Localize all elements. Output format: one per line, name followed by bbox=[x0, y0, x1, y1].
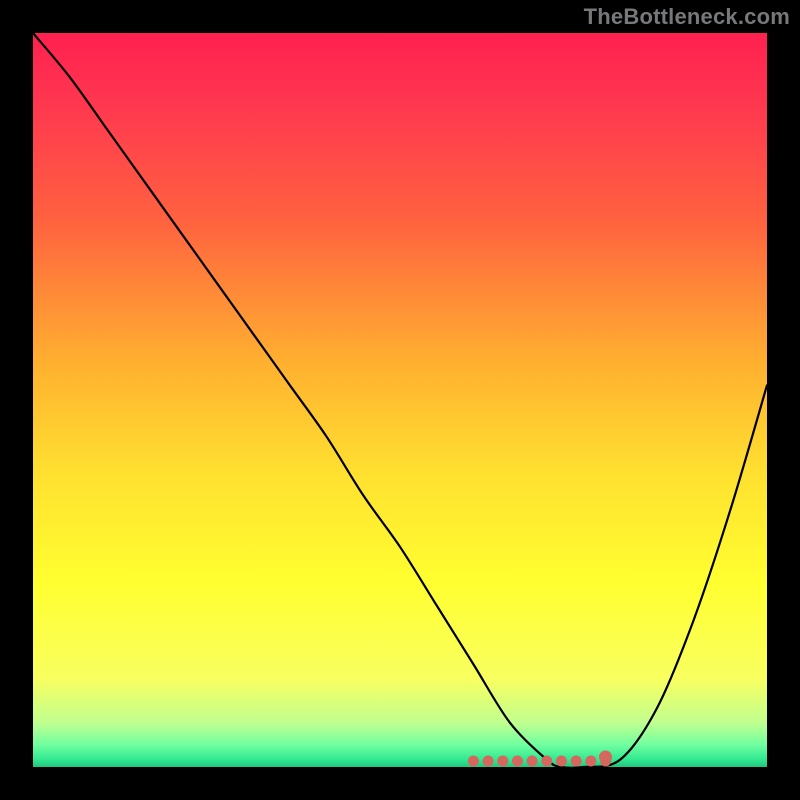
flat-dot bbox=[571, 756, 582, 767]
watermark-text: TheBottleneck.com bbox=[584, 4, 790, 30]
flat-dot bbox=[483, 756, 494, 767]
flat-end-dot bbox=[599, 751, 612, 764]
flat-dot bbox=[541, 756, 552, 767]
flat-dot bbox=[527, 756, 538, 767]
flat-dot bbox=[497, 756, 508, 767]
plot-background bbox=[33, 33, 767, 767]
flat-dot bbox=[556, 756, 567, 767]
flat-dot bbox=[585, 756, 596, 767]
chart-stage: TheBottleneck.com bbox=[0, 0, 800, 800]
flat-dot bbox=[512, 756, 523, 767]
flat-dot bbox=[468, 756, 479, 767]
bottleneck-chart bbox=[0, 0, 800, 800]
